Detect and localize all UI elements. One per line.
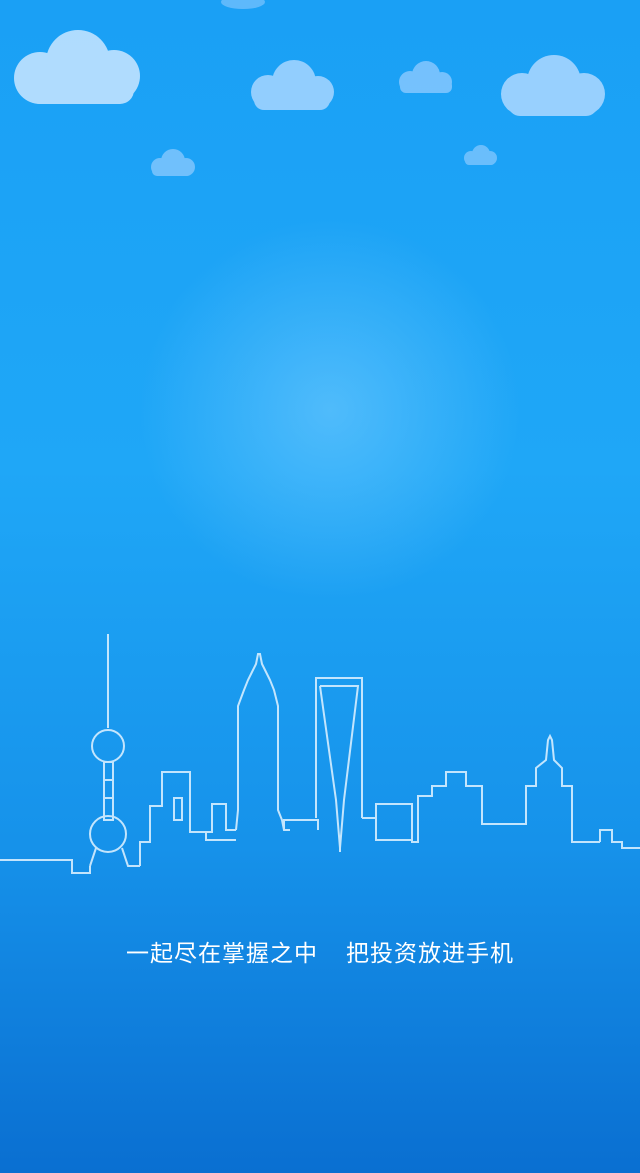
cloud-icon [392,60,458,96]
slogan-text: 一起尽在掌握之中 把投资放进手机 [0,934,640,968]
splash-screen: 一起尽在掌握之中 把投资放进手机 [0,0,640,1173]
slogan-part-1: 一起尽在掌握之中 [126,941,318,967]
cloud-icon [6,28,148,110]
cloud-icon [494,54,612,122]
cloud-icon [220,0,266,10]
cloud-icon [244,58,340,116]
city-skyline-illustration [0,634,640,874]
slogan-part-2: 把投资放进手机 [346,941,514,967]
cloud-icon [460,144,500,168]
cloud-icon [146,148,198,180]
